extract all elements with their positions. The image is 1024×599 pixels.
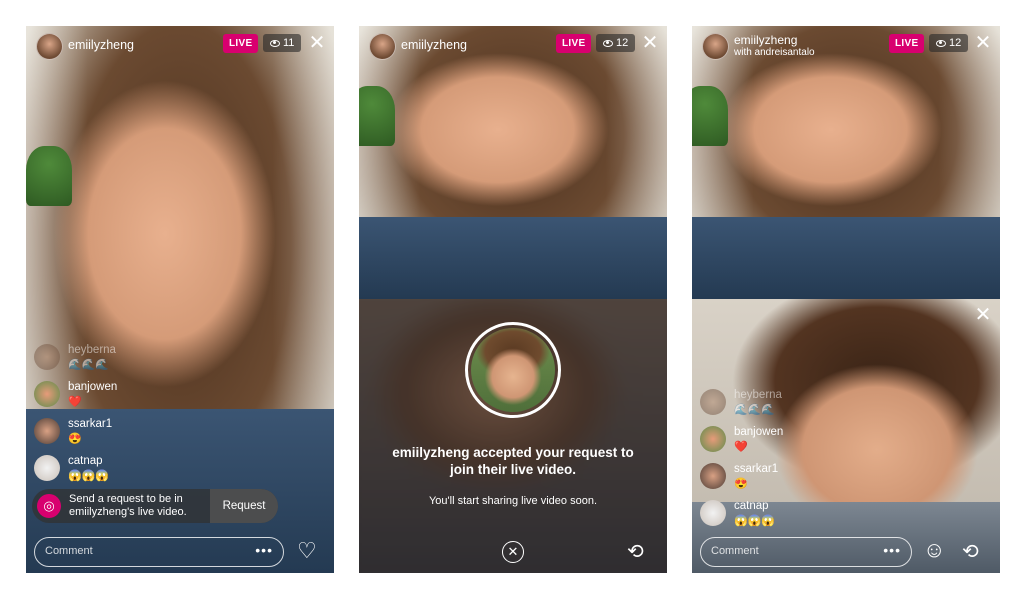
commenter-avatar xyxy=(700,463,726,489)
host-avatar[interactable] xyxy=(702,33,729,60)
comment-text: 🌊🌊🌊 xyxy=(734,404,776,416)
with-guest-line[interactable]: with andreisantalo xyxy=(734,47,815,58)
remove-guest-close-icon[interactable]: ✕ xyxy=(972,304,994,326)
comment-text: 🌊🌊🌊 xyxy=(68,359,110,371)
comment-text: 😍 xyxy=(68,433,82,445)
request-button[interactable]: Request xyxy=(210,489,278,523)
live-badge: LIVE xyxy=(223,34,259,53)
eye-icon xyxy=(603,39,613,47)
join-request-text: Send a request to be in emiilyzheng's li… xyxy=(69,493,187,518)
viewer-count-value: 12 xyxy=(949,37,962,49)
commenter-name: banjowen xyxy=(734,426,784,438)
camera-flip-icon[interactable]: ⟲ xyxy=(627,539,644,564)
live-badge: LIVE xyxy=(556,34,592,53)
commenter-avatar xyxy=(34,344,60,370)
commenter-avatar xyxy=(34,455,60,481)
viewer-count[interactable]: 12 xyxy=(596,34,636,52)
viewer-count-value: 11 xyxy=(283,37,295,49)
accepted-title: emiilyzheng accepted your request to joi… xyxy=(392,445,634,477)
commenter-name: ssarkar1 xyxy=(68,418,113,430)
live-header: emiilyzheng with andreisantalo LIVE 12 ✕ xyxy=(692,26,1000,64)
live-header: emiilyzheng LIVE 11 ✕ xyxy=(26,26,334,64)
comment-input[interactable]: Comment ••• xyxy=(700,537,912,567)
commenter-avatar xyxy=(700,389,726,415)
commenter-name: heyberna xyxy=(734,389,782,401)
accepted-subtitle: You'll start sharing live video soon. xyxy=(428,495,597,507)
live-screen-accepted: emiilyzheng LIVE 12 ✕ emiilyzheng accept… xyxy=(359,26,667,573)
commenter-avatar xyxy=(700,426,726,452)
close-icon[interactable]: ✕ xyxy=(972,32,994,54)
comment-placeholder: Comment xyxy=(711,545,759,557)
viewer-count[interactable]: 11 xyxy=(263,34,302,52)
live-screen-split: emiilyzheng with andreisantalo LIVE 12 ✕… xyxy=(692,26,1000,573)
live-screen-viewer: emiilyzheng LIVE 11 ✕ heyberna 🌊🌊🌊 banjo… xyxy=(26,26,334,573)
host-username[interactable]: emiilyzheng xyxy=(401,38,467,52)
commenter-name: catnap xyxy=(68,455,103,467)
close-icon[interactable]: ✕ xyxy=(306,32,328,54)
live-badge: LIVE xyxy=(889,34,925,53)
commenter-name: catnap xyxy=(734,500,769,512)
host-username[interactable]: emiilyzheng xyxy=(68,38,134,52)
host-avatar[interactable] xyxy=(369,33,396,60)
commenter-name: banjowen xyxy=(68,381,118,393)
comment-text: 😱😱😱 xyxy=(734,515,776,527)
comment-text: 😱😱😱 xyxy=(68,470,110,482)
guest-avatar xyxy=(471,328,555,412)
close-icon[interactable]: ✕ xyxy=(639,32,661,54)
comment-input[interactable]: Comment ••• xyxy=(34,537,284,567)
heart-icon[interactable]: ♡ xyxy=(297,538,317,564)
comment-text: 😍 xyxy=(734,478,748,490)
commenter-avatar xyxy=(34,381,60,407)
host-username[interactable]: emiilyzheng xyxy=(734,33,797,47)
live-header: emiilyzheng LIVE 12 ✕ xyxy=(359,26,667,64)
comment-placeholder: Comment xyxy=(45,545,93,557)
commenter-avatar xyxy=(34,418,60,444)
join-live-icon: ◎ xyxy=(37,494,61,518)
host-avatar[interactable] xyxy=(36,33,63,60)
face-effects-icon[interactable]: ☺ xyxy=(923,537,945,563)
host-video-feed xyxy=(692,26,1000,299)
host-video-feed xyxy=(359,26,667,299)
viewer-count[interactable]: 12 xyxy=(929,34,969,52)
comment-text: ❤️ xyxy=(68,396,82,408)
comment-text: ❤️ xyxy=(734,441,748,453)
camera-flip-icon[interactable]: ⟲ xyxy=(962,539,979,564)
cancel-icon[interactable]: ✕ xyxy=(502,541,524,563)
viewer-count-value: 12 xyxy=(616,37,629,49)
eye-icon xyxy=(270,39,280,47)
commenter-avatar xyxy=(700,500,726,526)
more-options-icon[interactable]: ••• xyxy=(883,542,901,558)
join-request-banner: ◎ Send a request to be in emiilyzheng's … xyxy=(32,489,278,523)
more-options-icon[interactable]: ••• xyxy=(255,542,273,558)
commenter-name: heyberna xyxy=(68,344,116,356)
eye-icon xyxy=(936,39,946,47)
commenter-name: ssarkar1 xyxy=(734,463,779,475)
